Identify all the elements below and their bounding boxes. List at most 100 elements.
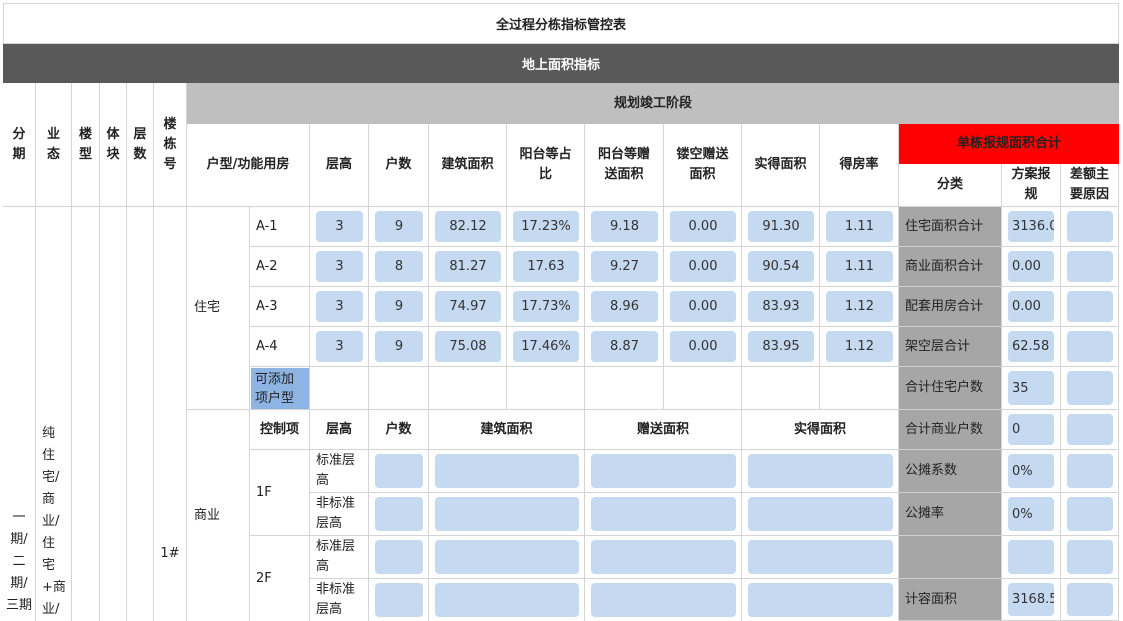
cenggao-input[interactable]: 3 — [316, 251, 363, 282]
header-loukong: 镂空赠送面积 — [664, 124, 742, 207]
ratio-input[interactable]: 17.23% — [513, 211, 579, 242]
chae-input[interactable] — [1067, 497, 1113, 531]
defang-input[interactable]: 1.11 — [826, 251, 893, 282]
household-type-cell: A-3 — [250, 287, 310, 327]
header-louxing: 楼型 — [72, 83, 100, 207]
louxing-value — [72, 207, 100, 621]
jianzhu-input[interactable]: 82.12 — [435, 211, 501, 242]
defang-input[interactable]: 1.12 — [826, 291, 893, 322]
fangan-input[interactable]: 0% — [1008, 454, 1054, 488]
header-hushu: 户数 — [369, 124, 429, 207]
cenggao-input[interactable]: 3 — [316, 211, 363, 242]
defang-input[interactable]: 1.12 — [826, 331, 893, 362]
grid-cell — [310, 367, 369, 410]
fangan-input[interactable]: 0.00 — [1008, 251, 1054, 282]
chae-input[interactable] — [1067, 371, 1113, 405]
ratio-input[interactable]: 17.63 — [513, 251, 579, 282]
zengsong-input[interactable]: 9.18 — [591, 211, 658, 242]
summary-label: 住宅面积合计 — [899, 207, 1002, 247]
floor-height-type: 标准层高 — [310, 536, 369, 579]
shide-input[interactable] — [748, 540, 893, 574]
shide-input[interactable]: 90.54 — [748, 251, 814, 282]
tikuai-value — [100, 207, 127, 621]
jianzhu-input[interactable] — [435, 583, 579, 617]
shide-input[interactable] — [748, 454, 893, 488]
loukong-input[interactable]: 0.00 — [670, 251, 736, 282]
chae-input[interactable] — [1067, 583, 1113, 616]
hushu-input[interactable]: 9 — [375, 291, 423, 322]
chae-input[interactable] — [1067, 251, 1113, 282]
stage-bar: 规划竣工阶段 — [187, 83, 1119, 124]
jianzhu-input[interactable] — [435, 497, 579, 531]
jianzhu-input[interactable] — [435, 540, 579, 574]
household-type-cell: A-1 — [250, 207, 310, 247]
zengsong-input[interactable]: 8.96 — [591, 291, 658, 322]
shide-input[interactable]: 91.30 — [748, 211, 814, 242]
grid-cell — [820, 367, 899, 410]
hushu-input[interactable]: 8 — [375, 251, 423, 282]
header-loudonghao: 楼栋号 — [154, 83, 187, 207]
hushu-input[interactable] — [375, 540, 423, 574]
hushu-input[interactable] — [375, 583, 423, 617]
censhu-value — [127, 207, 154, 621]
ratio-input[interactable]: 17.73% — [513, 291, 579, 322]
jianzhu-input[interactable]: 74.97 — [435, 291, 501, 322]
chae-input[interactable] — [1067, 414, 1113, 445]
summary-label: 配套用房合计 — [899, 287, 1002, 327]
grid-cell — [369, 367, 429, 410]
header-cenggao: 层高 — [310, 124, 369, 207]
shide-input[interactable]: 83.95 — [748, 331, 814, 362]
com-header-hushu: 户数 — [369, 410, 429, 450]
fangan-input[interactable]: 35 — [1008, 371, 1054, 405]
cenggao-input[interactable]: 3 — [316, 331, 363, 362]
chae-input[interactable] — [1067, 211, 1113, 242]
loukong-input[interactable]: 0.00 — [670, 291, 736, 322]
jianzhu-input[interactable] — [435, 454, 579, 488]
chae-input[interactable] — [1067, 291, 1113, 322]
zengsong-input[interactable]: 9.27 — [591, 251, 658, 282]
grid-cell — [664, 367, 742, 410]
jianzhu-input[interactable]: 81.27 — [435, 251, 501, 282]
header-yetai: 业态 — [36, 83, 72, 207]
zengsong-input[interactable]: 8.87 — [591, 331, 658, 362]
summary-label: 计容面积 — [899, 579, 1002, 621]
grid-cell — [585, 367, 664, 410]
cenggao-input[interactable]: 3 — [316, 291, 363, 322]
indicator-sheet: 全过程分栋指标管控表 地上面积指标 规划竣工阶段 分期 业态 楼型 体块 层数 … — [0, 0, 1123, 621]
zengsong-input[interactable] — [591, 454, 736, 488]
fangan-input[interactable] — [1008, 540, 1054, 574]
summary-label: 合计住宅户数 — [899, 367, 1002, 410]
chae-input[interactable] — [1067, 331, 1113, 362]
grid-cell — [250, 367, 310, 410]
header-fangan: 方案报规 — [1002, 164, 1061, 207]
hushu-input[interactable]: 9 — [375, 211, 423, 242]
header-fenqi: 分期 — [3, 83, 36, 207]
fangan-input[interactable]: 3168.5 — [1008, 583, 1054, 616]
jianzhu-input[interactable]: 75.08 — [435, 331, 501, 362]
hushu-input[interactable] — [375, 454, 423, 488]
grid-cell — [429, 367, 507, 410]
fangan-input[interactable]: 0% — [1008, 497, 1054, 531]
summary-title: 单栋报规面积合计 — [899, 124, 1119, 164]
ratio-input[interactable]: 17.46% — [513, 331, 579, 362]
header-defang: 得房率 — [820, 124, 899, 207]
fangan-input[interactable]: 3136.0 — [1008, 211, 1054, 242]
zengsong-input[interactable] — [591, 497, 736, 531]
chae-input[interactable] — [1067, 454, 1113, 488]
chae-input[interactable] — [1067, 540, 1113, 574]
fangan-input[interactable]: 62.58 — [1008, 331, 1054, 362]
fangan-input[interactable]: 0 — [1008, 414, 1054, 445]
shide-input[interactable]: 83.93 — [748, 291, 814, 322]
loukong-input[interactable]: 0.00 — [670, 331, 736, 362]
zengsong-input[interactable] — [591, 583, 736, 617]
fangan-input[interactable]: 0.00 — [1008, 291, 1054, 322]
shide-input[interactable] — [748, 583, 893, 617]
zengsong-input[interactable] — [591, 540, 736, 574]
hushu-input[interactable] — [375, 497, 423, 531]
summary-label — [899, 536, 1002, 579]
loukong-input[interactable]: 0.00 — [670, 211, 736, 242]
hushu-input[interactable]: 9 — [375, 331, 423, 362]
defang-input[interactable]: 1.11 — [826, 211, 893, 242]
com-header-kongzhi: 控制项 — [250, 410, 310, 450]
shide-input[interactable] — [748, 497, 893, 531]
